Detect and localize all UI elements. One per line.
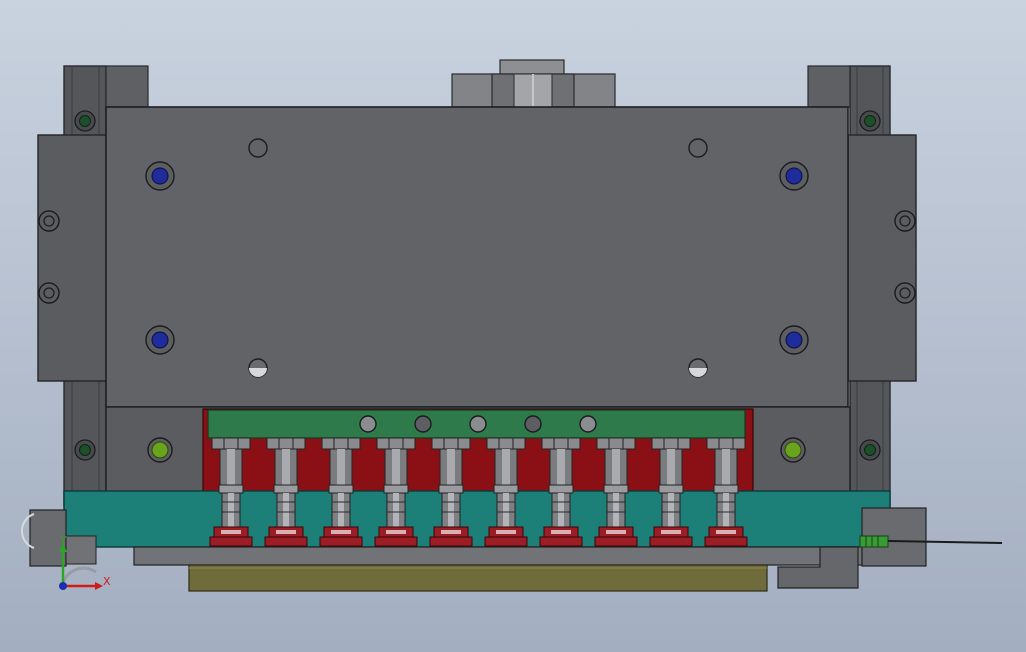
plate-hole [688, 358, 708, 378]
x-axis-arrow [95, 582, 103, 590]
lime-bolt [147, 437, 173, 463]
assembly-drawing: X Y [20, 59, 1003, 592]
blue-bolt [145, 161, 175, 191]
rail-bolt [859, 439, 881, 461]
x-axis-label: X [103, 575, 111, 588]
manifold-port [579, 415, 597, 433]
left-side-block [37, 134, 109, 382]
right-side-block [847, 134, 917, 382]
blue-bolt [145, 325, 175, 355]
base-plate [63, 490, 891, 548]
main-plate [105, 106, 849, 408]
manifold-port [469, 415, 487, 433]
blue-bolt [779, 161, 809, 191]
bottom-plate [133, 546, 863, 566]
blue-bolt [779, 325, 809, 355]
cad-viewport[interactable]: X Y [0, 0, 1026, 652]
manifold-port [414, 415, 432, 433]
plate-hole [248, 358, 268, 378]
y-axis-label: Y [59, 534, 67, 547]
z-axis-dot [59, 582, 67, 590]
sensor-cable [859, 535, 1003, 548]
lime-bolt [780, 437, 806, 463]
manifold-port [359, 415, 377, 433]
rail-bolt [74, 110, 96, 132]
rail-bolt [859, 110, 881, 132]
rail-bolt [74, 439, 96, 461]
manifold-port [524, 415, 542, 433]
top-clamp-block [451, 59, 616, 108]
bottom-strip [188, 564, 768, 592]
